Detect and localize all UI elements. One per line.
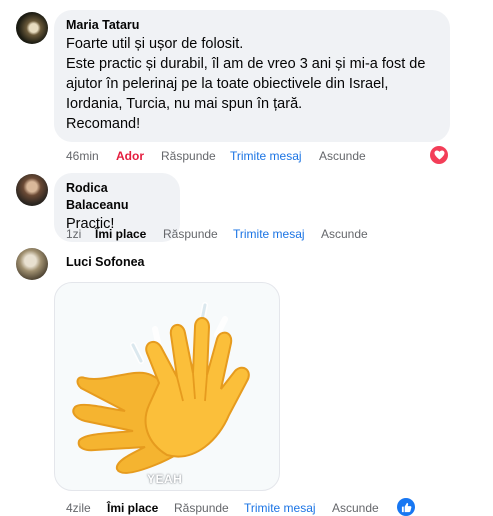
reply-button[interactable]: Răspunde [174, 501, 229, 515]
like-icon[interactable] [397, 498, 415, 516]
avatar[interactable] [16, 174, 48, 206]
sticker-caption: YEAH [147, 472, 183, 486]
comment-time[interactable]: 4zile [66, 501, 91, 515]
like-button[interactable]: Îmi place [107, 501, 158, 515]
send-message-button[interactable]: Trimite mesaj [244, 501, 316, 515]
avatar[interactable] [16, 12, 48, 44]
comment-time[interactable]: 1zi [66, 227, 81, 241]
comment-text: Foarte util și ușor de folosit. Este pra… [66, 36, 426, 132]
hide-button[interactable]: Ascunde [332, 501, 379, 515]
send-message-button[interactable]: Trimite mesaj [230, 149, 302, 163]
reply-button[interactable]: Răspunde [161, 149, 216, 163]
heart-icon[interactable] [430, 146, 448, 164]
comment-author[interactable]: Maria Tataru [66, 17, 438, 34]
hide-button[interactable]: Ascunde [321, 227, 368, 241]
comment-author[interactable]: Luci Sofonea [66, 255, 144, 269]
comment-author[interactable]: Rodica Balaceanu [66, 180, 168, 214]
clapping-hands-icon [72, 302, 250, 474]
send-message-button[interactable]: Trimite mesaj [233, 227, 305, 241]
hide-button[interactable]: Ascunde [319, 149, 366, 163]
sticker[interactable]: YEAH [54, 282, 280, 491]
like-button[interactable]: Ador [116, 149, 144, 163]
avatar[interactable] [16, 248, 48, 280]
like-button[interactable]: Îmi place [95, 227, 146, 241]
reply-button[interactable]: Răspunde [163, 227, 218, 241]
comment-bubble: Maria Tataru Foarte util și ușor de folo… [54, 10, 450, 142]
comment-time[interactable]: 46min [66, 149, 99, 163]
